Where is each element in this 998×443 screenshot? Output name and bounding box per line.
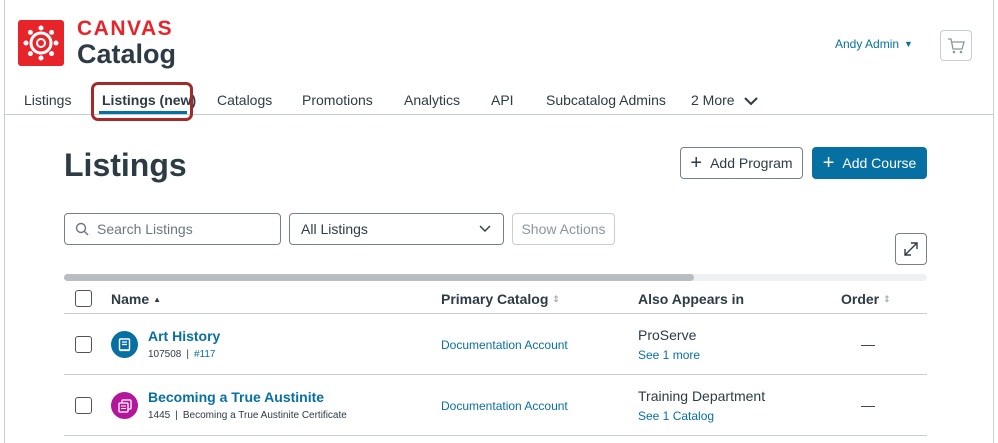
- program-icon: [111, 392, 138, 419]
- show-actions-label: Show Actions: [521, 221, 606, 237]
- nav-catalogs[interactable]: Catalogs: [217, 92, 272, 108]
- select-value: All Listings: [301, 221, 368, 237]
- sort-icon: ⇕: [552, 293, 560, 304]
- also-appears-value: ProServe: [638, 327, 697, 343]
- listing-meta: 1445 | Becoming a True Austinite Certifica…: [148, 410, 347, 421]
- column-header-also-appears: Also Appears in: [638, 291, 744, 307]
- nav-analytics[interactable]: Analytics: [404, 92, 460, 108]
- listing-name-link[interactable]: Becoming a True Austinite: [148, 389, 324, 405]
- search-icon: [75, 222, 89, 236]
- listing-id: 1445: [148, 410, 171, 421]
- column-primary-catalog-label: Primary Catalog: [441, 291, 549, 307]
- header-divider: [64, 313, 927, 314]
- search-field[interactable]: [64, 213, 281, 245]
- plus-icon: +: [690, 152, 703, 174]
- also-appears-value: Training Department: [638, 388, 766, 404]
- column-header-order[interactable]: Order ⇕: [841, 291, 891, 307]
- chevron-down-icon: [479, 225, 491, 232]
- nav-promotions[interactable]: Promotions: [302, 92, 373, 108]
- see-more-link[interactable]: See 1 Catalog: [638, 409, 714, 423]
- column-also-appears-label: Also Appears in: [638, 291, 745, 307]
- nav-more-label: 2 More: [691, 92, 735, 108]
- brand-canvas-text: CANVAS: [77, 17, 174, 40]
- brand-catalog-text: Catalog: [77, 39, 177, 69]
- add-course-button[interactable]: + Add Course: [812, 147, 927, 179]
- chevron-down-icon: [744, 97, 759, 106]
- page-title: Listings: [64, 147, 187, 183]
- row-checkbox[interactable]: [75, 336, 92, 353]
- add-program-label: Add Program: [710, 155, 793, 171]
- see-more-link[interactable]: See 1 more: [638, 348, 700, 362]
- nav-api[interactable]: API: [491, 92, 514, 108]
- caret-down-icon: ▼: [904, 39, 913, 49]
- plus-icon: +: [822, 152, 835, 174]
- listing-secondary: Becoming a True Austinite Certificate: [182, 410, 347, 421]
- order-value: —: [861, 336, 875, 352]
- user-name: Andy Admin: [835, 37, 900, 51]
- course-icon: [111, 331, 138, 358]
- shopping-cart-icon[interactable]: [940, 30, 972, 61]
- order-value: —: [861, 397, 875, 413]
- nav-more[interactable]: 2 More: [691, 92, 759, 108]
- listing-name-link[interactable]: Art History: [148, 328, 220, 344]
- listing-meta: 107508 | #117: [148, 349, 216, 360]
- add-program-button[interactable]: + Add Program: [680, 147, 803, 179]
- column-order-label: Order: [841, 291, 880, 307]
- sort-icon: ⇕: [883, 293, 891, 304]
- row-divider: [64, 374, 927, 375]
- highlight-annotation: [91, 82, 193, 121]
- row-checkbox[interactable]: [75, 397, 92, 414]
- listing-id: 107508: [148, 349, 182, 360]
- user-menu[interactable]: Andy Admin ▼: [835, 37, 913, 51]
- row-divider: [64, 435, 927, 436]
- column-header-name[interactable]: Name ▲: [111, 291, 161, 307]
- nav-listings[interactable]: Listings: [24, 92, 71, 108]
- expand-icon[interactable]: [895, 233, 927, 265]
- listing-type-select[interactable]: All Listings: [289, 213, 504, 245]
- nav-subcatalog-admins[interactable]: Subcatalog Admins: [546, 92, 666, 108]
- show-actions-button[interactable]: Show Actions: [512, 213, 615, 245]
- primary-catalog-link[interactable]: Documentation Account: [441, 338, 568, 352]
- select-all-checkbox[interactable]: [75, 290, 92, 307]
- sort-ascending-icon: ▲: [153, 294, 162, 304]
- column-name-label: Name: [111, 291, 150, 307]
- horizontal-scrollbar-thumb[interactable]: [64, 274, 694, 281]
- canvas-logo-icon[interactable]: [18, 20, 64, 66]
- search-input[interactable]: [97, 221, 267, 237]
- listing-secondary[interactable]: #117: [194, 349, 216, 360]
- add-course-label: Add Course: [842, 155, 917, 171]
- primary-catalog-link[interactable]: Documentation Account: [441, 399, 568, 413]
- column-header-primary-catalog[interactable]: Primary Catalog ⇕: [441, 291, 560, 307]
